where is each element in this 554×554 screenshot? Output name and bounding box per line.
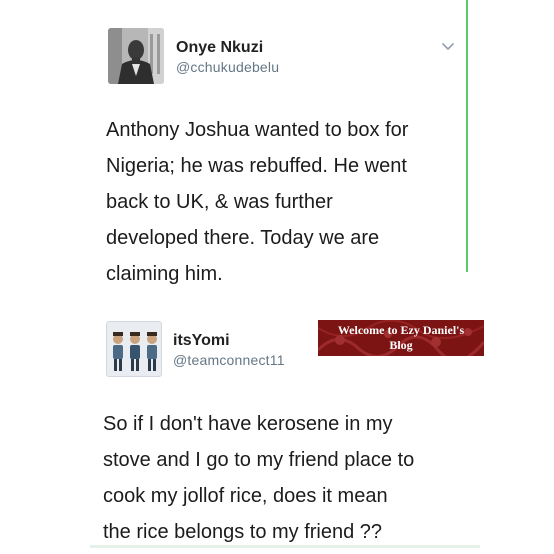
- display-name[interactable]: Onye Nkuzi: [176, 39, 263, 57]
- user-handle[interactable]: @cchukudebelu: [176, 59, 279, 75]
- watermark-subtitle: Blog: [389, 338, 413, 352]
- divider: [90, 545, 480, 548]
- display-name[interactable]: itsYomi: [173, 332, 230, 350]
- avatar[interactable]: [108, 28, 164, 84]
- chevron-down-icon[interactable]: [440, 40, 456, 54]
- user-handle[interactable]: @teamconnect11: [173, 352, 285, 368]
- tweet-text: So if I don't have kerosene in my stove …: [103, 413, 415, 543]
- tweet-card[interactable]: itsYomi @teamconnect11 So if I don't hav…: [0, 296, 554, 554]
- profile-photo-man-in-suit: [108, 28, 164, 84]
- tweet-card[interactable]: Onye Nkuzi @cchukudebelu Anthony Joshua …: [0, 0, 554, 290]
- blog-watermark-banner: Welcome to Ezy Daniel's Blog: [318, 320, 484, 356]
- watermark-title: Welcome to Ezy Daniel's: [337, 323, 465, 337]
- tweet-text: Anthony Joshua wanted to box for Nigeria…: [106, 119, 409, 285]
- three-men-avatar: [113, 332, 157, 371]
- divider: [466, 0, 468, 272]
- avatar[interactable]: [106, 321, 162, 377]
